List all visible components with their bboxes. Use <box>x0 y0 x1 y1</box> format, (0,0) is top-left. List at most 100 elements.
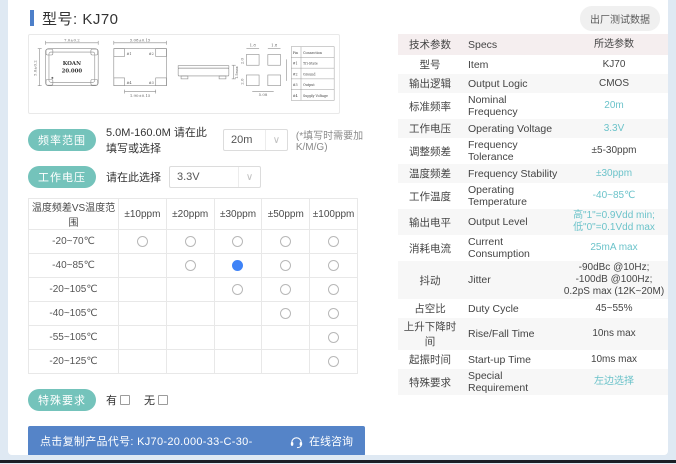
spec-name-cn: 工作电压 <box>398 119 462 138</box>
empty-cell <box>118 277 167 302</box>
radio-cell[interactable] <box>309 325 358 350</box>
radio-cell[interactable] <box>261 229 311 254</box>
radio-unselected[interactable] <box>184 235 196 247</box>
radio-cell[interactable] <box>309 253 358 278</box>
spec-name-en: Current Consumption <box>468 236 530 260</box>
radio-unselected[interactable] <box>232 283 244 295</box>
radio-cell[interactable] <box>309 229 358 254</box>
spec-row: 占空比 Duty Cycle 45~55% <box>398 299 668 318</box>
spec-value: 20m <box>604 100 624 111</box>
spec-row: 温度频差 Frequency Stability ±30ppm <box>398 164 668 183</box>
product-config-card: 型号: KJ70 出厂测试数据 7.0±0.2 5.0±0.2 KOAN 20.… <box>8 0 668 455</box>
dim-top-height: 5.0±0.2 <box>32 60 37 76</box>
radio-cell[interactable] <box>213 253 263 278</box>
radio-cell[interactable] <box>261 277 311 302</box>
spec-row: 消耗电流 Current Consumption 25mA max <box>398 235 668 261</box>
specs-header-cn: 技术参数 <box>398 34 462 55</box>
stability-header-ppm: ±20ppm <box>165 198 215 230</box>
right-panel: 技术参数 Specs 所选参数 型号 Item KJ70 输出逻辑 Output Log… <box>398 34 668 455</box>
window-bottom-edge <box>0 460 676 463</box>
dim-bottom-width: 5.08±0.15 <box>130 37 151 42</box>
factory-test-data-button[interactable]: 出厂测试数据 <box>580 5 660 31</box>
radio-cell[interactable] <box>165 253 215 278</box>
spec-name-cn: 温度频差 <box>398 164 462 183</box>
stability-row: -40~105℃ <box>28 301 358 326</box>
voltage-select-text: 请在此选择 <box>106 172 161 184</box>
pin-4-function: Supply Voltage <box>303 94 328 98</box>
stability-header-ppm: ±100ppm <box>309 198 358 230</box>
radio-cell[interactable] <box>213 277 263 302</box>
radio-cell[interactable] <box>309 301 358 326</box>
empty-cell <box>118 301 167 326</box>
spec-name-en: Duty Cycle <box>468 302 519 315</box>
pin-3-function: Output <box>303 83 315 87</box>
special-requirement-row: 特殊要求 有 无 <box>28 389 365 411</box>
radio-unselected[interactable] <box>280 283 292 295</box>
chevron-down-icon: ∨ <box>238 167 260 187</box>
spec-value: 10ms max <box>590 353 638 365</box>
special-yes-checkbox[interactable] <box>120 395 130 405</box>
radio-unselected[interactable] <box>328 283 340 295</box>
empty-cell <box>165 301 215 326</box>
radio-selected[interactable] <box>232 259 244 271</box>
pad-label-2: #2 <box>149 52 154 56</box>
spec-name-cn: 上升下降时间 <box>398 318 462 350</box>
frequency-marking: 20.000 <box>62 69 83 75</box>
frequency-range-badge: 频率范围 <box>28 129 96 151</box>
stability-header-ppm: ±30ppm <box>213 198 263 230</box>
spec-name-cn: 输出电平 <box>398 209 462 235</box>
dim-land-w2: 1.8 <box>271 43 278 48</box>
radio-unselected[interactable] <box>232 235 244 247</box>
spec-value: 3.3V <box>560 119 668 138</box>
radio-cell[interactable] <box>309 277 358 302</box>
spec-name-en: Nominal Frequency <box>468 94 518 118</box>
radio-cell[interactable] <box>309 349 358 374</box>
special-no-label: 无 <box>144 395 155 407</box>
online-consult-link[interactable]: 在线咨询 <box>289 433 353 449</box>
stability-header-label: 温度频差VS温度范围 <box>28 198 119 230</box>
radio-unselected[interactable] <box>328 307 340 319</box>
temperature-range-label: -20~105℃ <box>28 277 119 302</box>
radio-cell[interactable] <box>165 229 215 254</box>
page-header: 型号: KJ70 出厂测试数据 <box>8 0 668 32</box>
radio-unselected[interactable] <box>328 259 340 271</box>
radio-cell[interactable] <box>261 301 311 326</box>
technical-drawing: 7.0±0.2 5.0±0.2 KOAN 20.000 5.08±0.15 1.… <box>28 34 340 114</box>
spec-name-en: Operating Voltage <box>462 119 560 138</box>
side-view-outline <box>177 64 236 80</box>
spec-value: ±5-30ppm <box>591 145 637 156</box>
specs-header-value: 所选参数 <box>560 34 668 55</box>
special-no-checkbox[interactable] <box>158 395 168 405</box>
spec-name-cn: 输出逻辑 <box>398 74 462 93</box>
radio-cell[interactable] <box>118 229 167 254</box>
radio-unselected[interactable] <box>184 259 196 271</box>
temperature-range-label: -40~105℃ <box>28 301 119 326</box>
spec-row: 工作温度 Operating Temperature -40~85℃ <box>398 183 668 209</box>
spec-row: 抖动 Jitter -90dBc @10Hz; -100dB @100Hz; 0.2… <box>398 261 668 299</box>
land-pattern-outline <box>246 48 287 92</box>
pin-3: #3 <box>293 83 298 87</box>
empty-cell <box>213 349 263 374</box>
frequency-select[interactable]: 20m ∨ <box>222 129 288 151</box>
frequency-note: (*填写时需要加K/M/G) <box>295 131 364 153</box>
package-drawing-svg: 7.0±0.2 5.0±0.2 KOAN 20.000 5.08±0.15 1.… <box>32 37 335 101</box>
radio-unselected[interactable] <box>328 331 340 343</box>
radio-unselected[interactable] <box>136 235 148 247</box>
spec-name-en: Output Logic <box>462 74 560 93</box>
frequency-range-text: 5.0M-160.0M 请在此填写或选择 <box>106 127 207 155</box>
radio-unselected[interactable] <box>328 355 340 367</box>
radio-unselected[interactable] <box>328 235 340 247</box>
radio-cell[interactable] <box>213 229 263 254</box>
radio-cell[interactable] <box>261 253 311 278</box>
spec-name-en: Item <box>468 58 489 71</box>
spec-row: 标准频率 Nominal Frequency 20m <box>398 93 668 119</box>
radio-unselected[interactable] <box>280 259 292 271</box>
spec-value: 25mA max <box>590 242 638 253</box>
radio-unselected[interactable] <box>280 307 292 319</box>
spec-name-en: Start-up Time <box>468 353 532 366</box>
copy-product-code-bar[interactable]: 点击复制产品代号: KJ70-20.000-33-C-30- 在线咨询 <box>28 426 365 455</box>
voltage-select[interactable]: 3.3V ∨ <box>169 166 261 188</box>
spec-name-en: Special Requirement <box>462 369 560 395</box>
spec-row: 输出电平 Output Level 高"1"=0.9Vdd min; 低"0"=0.… <box>398 209 668 235</box>
radio-unselected[interactable] <box>280 235 292 247</box>
